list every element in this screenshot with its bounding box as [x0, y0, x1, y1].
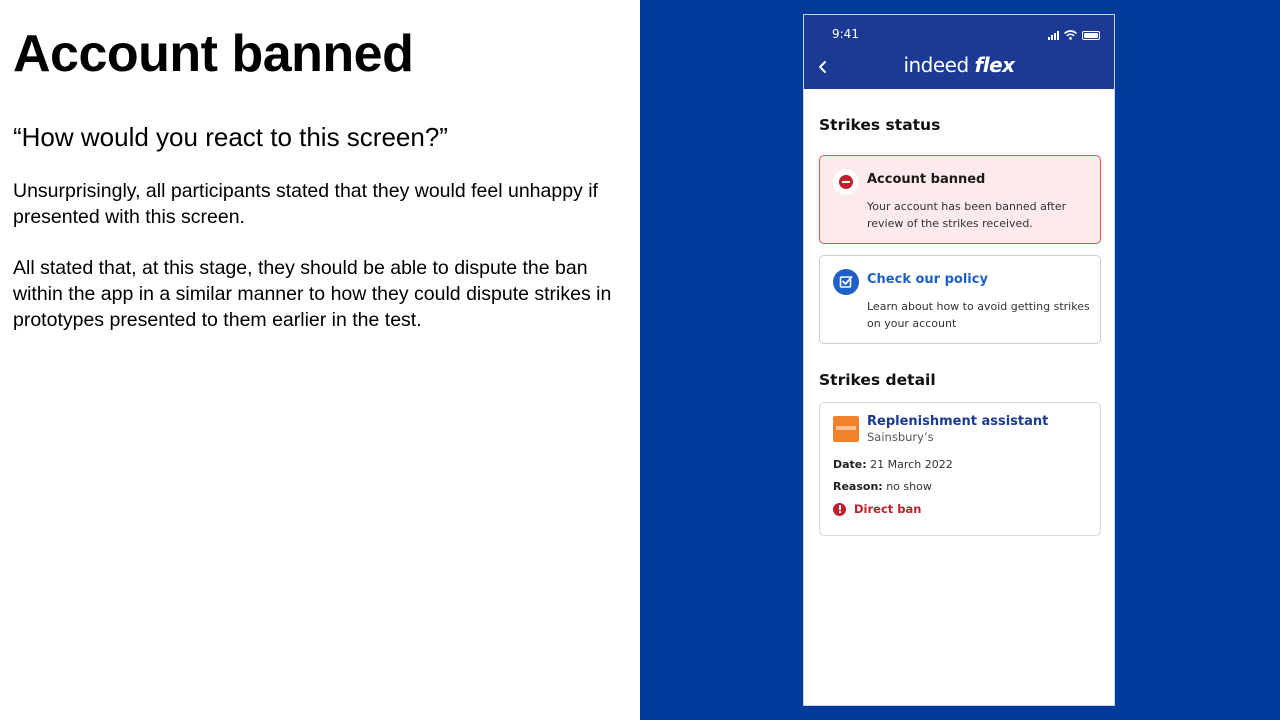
reason-label: Reason: — [833, 480, 883, 493]
policy-card-body: Learn about how to avoid getting strikes… — [867, 300, 1090, 330]
slide-paragraph-1: Unsurprisingly, all participants stated … — [13, 180, 598, 228]
banned-card-body: Your account has been banned after revie… — [867, 200, 1067, 230]
banned-card-heading: Account banned — [867, 172, 986, 187]
job-company: Sainsbury’s — [867, 430, 934, 444]
reason-value: no show — [886, 480, 932, 493]
status-icons — [1048, 28, 1100, 40]
app-header: 9:41 indeed flex — [804, 15, 1114, 89]
wifi-icon — [1064, 30, 1077, 40]
strike-detail-card[interactable]: Replenishment assistant Sainsbury’s Date… — [819, 402, 1101, 536]
brand-prefix: indeed — [903, 53, 969, 77]
strike-reason: Reason: no show — [833, 480, 932, 493]
signal-icon — [1048, 30, 1059, 40]
strikes-detail-title: Strikes detail — [819, 371, 936, 389]
indeed-flex-logo: indeed flex — [804, 53, 1114, 77]
slide-text-area: Account banned “How would you react to t… — [0, 0, 640, 720]
blue-panel: 9:41 indeed flex Strikes status Account … — [640, 0, 1280, 720]
date-value: 21 March 2022 — [870, 458, 953, 471]
status-time: 9:41 — [832, 27, 859, 41]
brand-suffix: flex — [974, 53, 1016, 77]
sainsburys-logo — [833, 416, 859, 442]
job-title: Replenishment assistant — [867, 414, 1049, 429]
date-label: Date: — [833, 458, 867, 471]
minus-circle-icon — [833, 169, 859, 195]
strike-date: Date: 21 March 2022 — [833, 458, 953, 471]
slide-question: “How would you react to this screen?” — [13, 122, 448, 152]
phone-screenshot: 9:41 indeed flex Strikes status Account … — [803, 14, 1115, 706]
direct-ban-status: Direct ban — [833, 502, 921, 516]
battery-icon — [1082, 31, 1100, 40]
checkbox-icon — [833, 269, 859, 295]
check-policy-card[interactable]: Check our policy Learn about how to avoi… — [819, 255, 1101, 344]
alert-circle-icon — [833, 502, 846, 516]
direct-ban-label: Direct ban — [854, 502, 922, 516]
account-banned-card: Account banned Your account has been ban… — [819, 155, 1101, 244]
slide-title: Account banned — [13, 25, 414, 83]
strikes-status-title: Strikes status — [819, 116, 941, 134]
slide-paragraph-2: All stated that, at this stage, they sho… — [13, 257, 612, 331]
policy-card-heading[interactable]: Check our policy — [867, 272, 988, 287]
